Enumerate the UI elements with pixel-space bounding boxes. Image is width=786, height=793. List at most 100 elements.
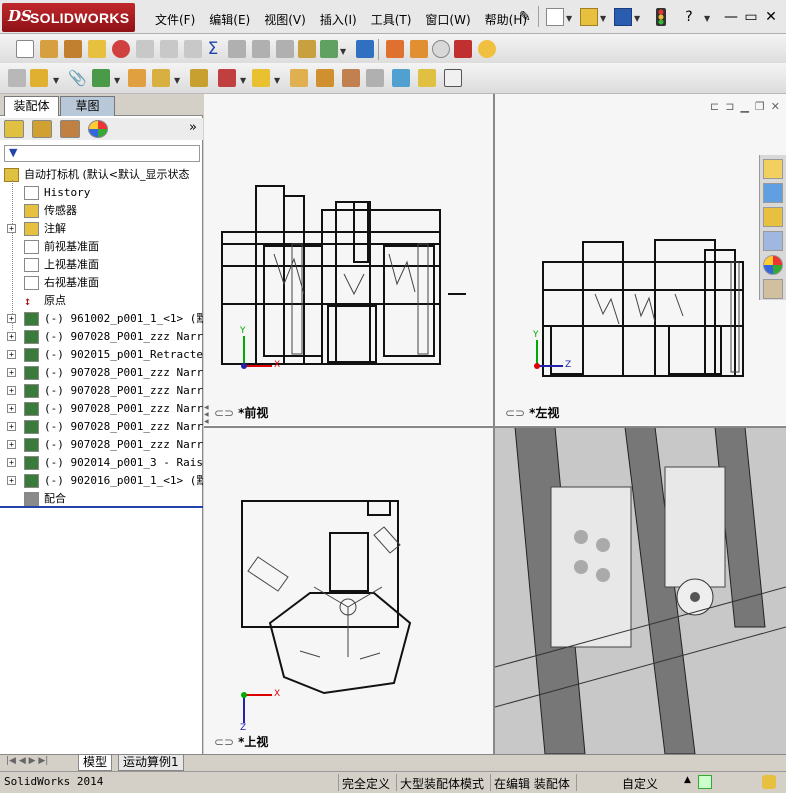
collapse-right-icon[interactable]: ⊐ [725, 100, 734, 113]
tag-icon[interactable] [762, 775, 776, 789]
tree-node[interactable]: 上视基准面 [0, 256, 203, 274]
tree-node[interactable]: + (-) 902015_p001_Retracted_1 [0, 346, 203, 364]
menu-window[interactable]: 窗口(W) [418, 9, 477, 30]
macro-icon[interactable] [386, 40, 404, 58]
chevron-down-icon[interactable]: ▼ [634, 14, 640, 23]
panel-collapse-handle[interactable]: ◀ ◀ ◀ [204, 404, 210, 444]
close-icon[interactable]: ✕ [762, 8, 780, 26]
expand-icon[interactable]: + [7, 314, 16, 323]
tree-node[interactable]: + (-) 907028_P001_zzz Narrow [0, 400, 203, 418]
tree-node[interactable]: + (-) 902014_p001_3 - Raised [0, 454, 203, 472]
file-explorer-icon[interactable] [763, 207, 783, 227]
comparison-icon[interactable] [298, 40, 316, 58]
rebuild-status-icon[interactable] [698, 775, 712, 789]
viewport-splitter-horizontal[interactable] [204, 426, 786, 428]
draft-icon[interactable] [252, 40, 270, 58]
chevron-down-icon[interactable]: ▼ [340, 47, 346, 56]
restore-icon[interactable]: ▭ [742, 8, 760, 26]
pin-icon[interactable]: ✎ [516, 8, 534, 26]
tree-node[interactable]: + (-) 907028_P001_zzz Narrow [0, 382, 203, 400]
mate-icon[interactable] [92, 69, 110, 87]
intersection-icon[interactable] [228, 40, 246, 58]
chevron-down-icon[interactable]: ▼ [566, 14, 572, 23]
chevron-down-icon[interactable]: ▼ [174, 76, 180, 85]
record-icon[interactable] [410, 40, 428, 58]
expand-more-icon[interactable]: » [189, 120, 197, 135]
menu-edit[interactable]: 编辑(E) [202, 9, 257, 30]
view-top[interactable]: X Z ⊂⊃ *上视 [204, 427, 493, 754]
view-isometric[interactable] [495, 427, 786, 754]
tab-scroll-arrows[interactable]: |◀ ◀ ▶ ▶| [6, 756, 48, 766]
explode-line-icon[interactable] [366, 69, 384, 87]
reference-geometry-icon[interactable] [252, 69, 270, 87]
link-views-icon[interactable]: ⊂⊃ [505, 406, 525, 420]
tree-node[interactable]: History [0, 184, 203, 202]
appearances-icon[interactable] [763, 255, 783, 275]
chevron-up-icon[interactable]: ▲ [684, 775, 691, 785]
stop-icon[interactable] [432, 40, 450, 58]
custom-properties-icon[interactable] [763, 279, 783, 299]
graphics-area[interactable]: Y X ⊂⊃ *前视 ⊏ ⊐ ▁ ❐ ✕ Y Z ⊂⊃ *左视 X Z ⊂⊃ *… [204, 94, 786, 754]
exploded-view-icon[interactable] [342, 69, 360, 87]
menu-file[interactable]: 文件(F) [148, 9, 202, 30]
new-motion-study-icon[interactable] [290, 69, 308, 87]
sum-icon[interactable]: Σ [204, 40, 222, 58]
feature-tree-icon[interactable] [4, 120, 24, 138]
view-left[interactable]: ⊏ ⊐ ▁ ❐ ✕ Y Z ⊂⊃ *左视 [495, 94, 786, 425]
chevron-down-icon[interactable]: ▼ [600, 14, 606, 23]
chevron-down-icon[interactable]: ▼ [114, 76, 120, 85]
new-document-icon[interactable] [546, 8, 564, 26]
configuration-manager-icon[interactable] [60, 120, 80, 138]
minimize-view-icon[interactable]: ▁ [740, 100, 748, 113]
design-library-icon[interactable] [763, 183, 783, 203]
tree-node[interactable]: + (-) 907028_P001_zzz Narrow [0, 364, 203, 382]
spell-check-icon[interactable] [16, 40, 34, 58]
check-icon[interactable] [320, 40, 338, 58]
tree-node[interactable]: ↕ 原点 [0, 292, 203, 310]
render-icon[interactable] [478, 40, 496, 58]
gauge-icon[interactable] [112, 40, 130, 58]
tab-assembly[interactable]: 装配体 [4, 96, 59, 116]
tree-node[interactable]: + (-) 902016_p001_1_<1> (默认 [0, 472, 203, 490]
expand-icon[interactable]: + [7, 350, 16, 359]
help-icon[interactable]: ? [680, 8, 698, 26]
menu-tools[interactable]: 工具(T) [364, 9, 419, 30]
expand-icon[interactable]: + [7, 404, 16, 413]
tree-node[interactable]: + (-) 961002_p001_1_<1> (默认 [0, 310, 203, 328]
tree-node[interactable]: + (-) 907028_P001_zzz Narrow [0, 328, 203, 346]
clearance-icon[interactable] [418, 69, 436, 87]
link-views-icon[interactable]: ⊂⊃ [214, 735, 234, 749]
paperclip-icon[interactable]: 📎 [68, 69, 87, 87]
link-views-icon[interactable]: ⊂⊃ [214, 406, 234, 420]
expand-icon[interactable]: + [7, 458, 16, 467]
property-manager-icon[interactable] [32, 120, 52, 138]
menu-insert[interactable]: 插入(I) [313, 9, 364, 30]
chevron-down-icon[interactable]: ▼ [240, 76, 246, 85]
chevron-down-icon[interactable]: ▼ [704, 14, 710, 23]
measure-icon[interactable] [88, 40, 106, 58]
expand-icon[interactable]: + [7, 386, 16, 395]
new-part-icon[interactable] [30, 69, 48, 87]
insert-component-icon[interactable] [8, 69, 26, 87]
tree-root[interactable]: 自动打标机 (默认<默认_显示状态 [0, 166, 203, 184]
interference-icon[interactable] [392, 69, 410, 87]
assembly-features-icon[interactable] [218, 69, 236, 87]
home-icon[interactable] [763, 159, 783, 179]
open-folder-icon[interactable] [580, 8, 598, 26]
table-icon[interactable] [356, 40, 374, 58]
instant3d-icon[interactable] [444, 69, 462, 87]
tree-node[interactable]: + (-) 907028_P001_zzz Narrow [0, 436, 203, 454]
tab-sketch[interactable]: 草图 [60, 96, 115, 116]
expand-icon[interactable]: + [7, 224, 16, 233]
tree-node[interactable]: 右视基准面 [0, 274, 203, 292]
restore-view-icon[interactable]: ❐ [755, 100, 765, 113]
color-icon[interactable] [454, 40, 472, 58]
traffic-light-icon[interactable] [652, 8, 670, 26]
expand-icon[interactable]: + [7, 440, 16, 449]
expand-icon[interactable]: + [7, 332, 16, 341]
save-icon[interactable] [614, 8, 632, 26]
expand-icon[interactable]: + [7, 476, 16, 485]
move-component-icon[interactable] [152, 69, 170, 87]
collapse-left-icon[interactable]: ⊏ [710, 100, 719, 113]
menu-view[interactable]: 视图(V) [257, 9, 313, 30]
